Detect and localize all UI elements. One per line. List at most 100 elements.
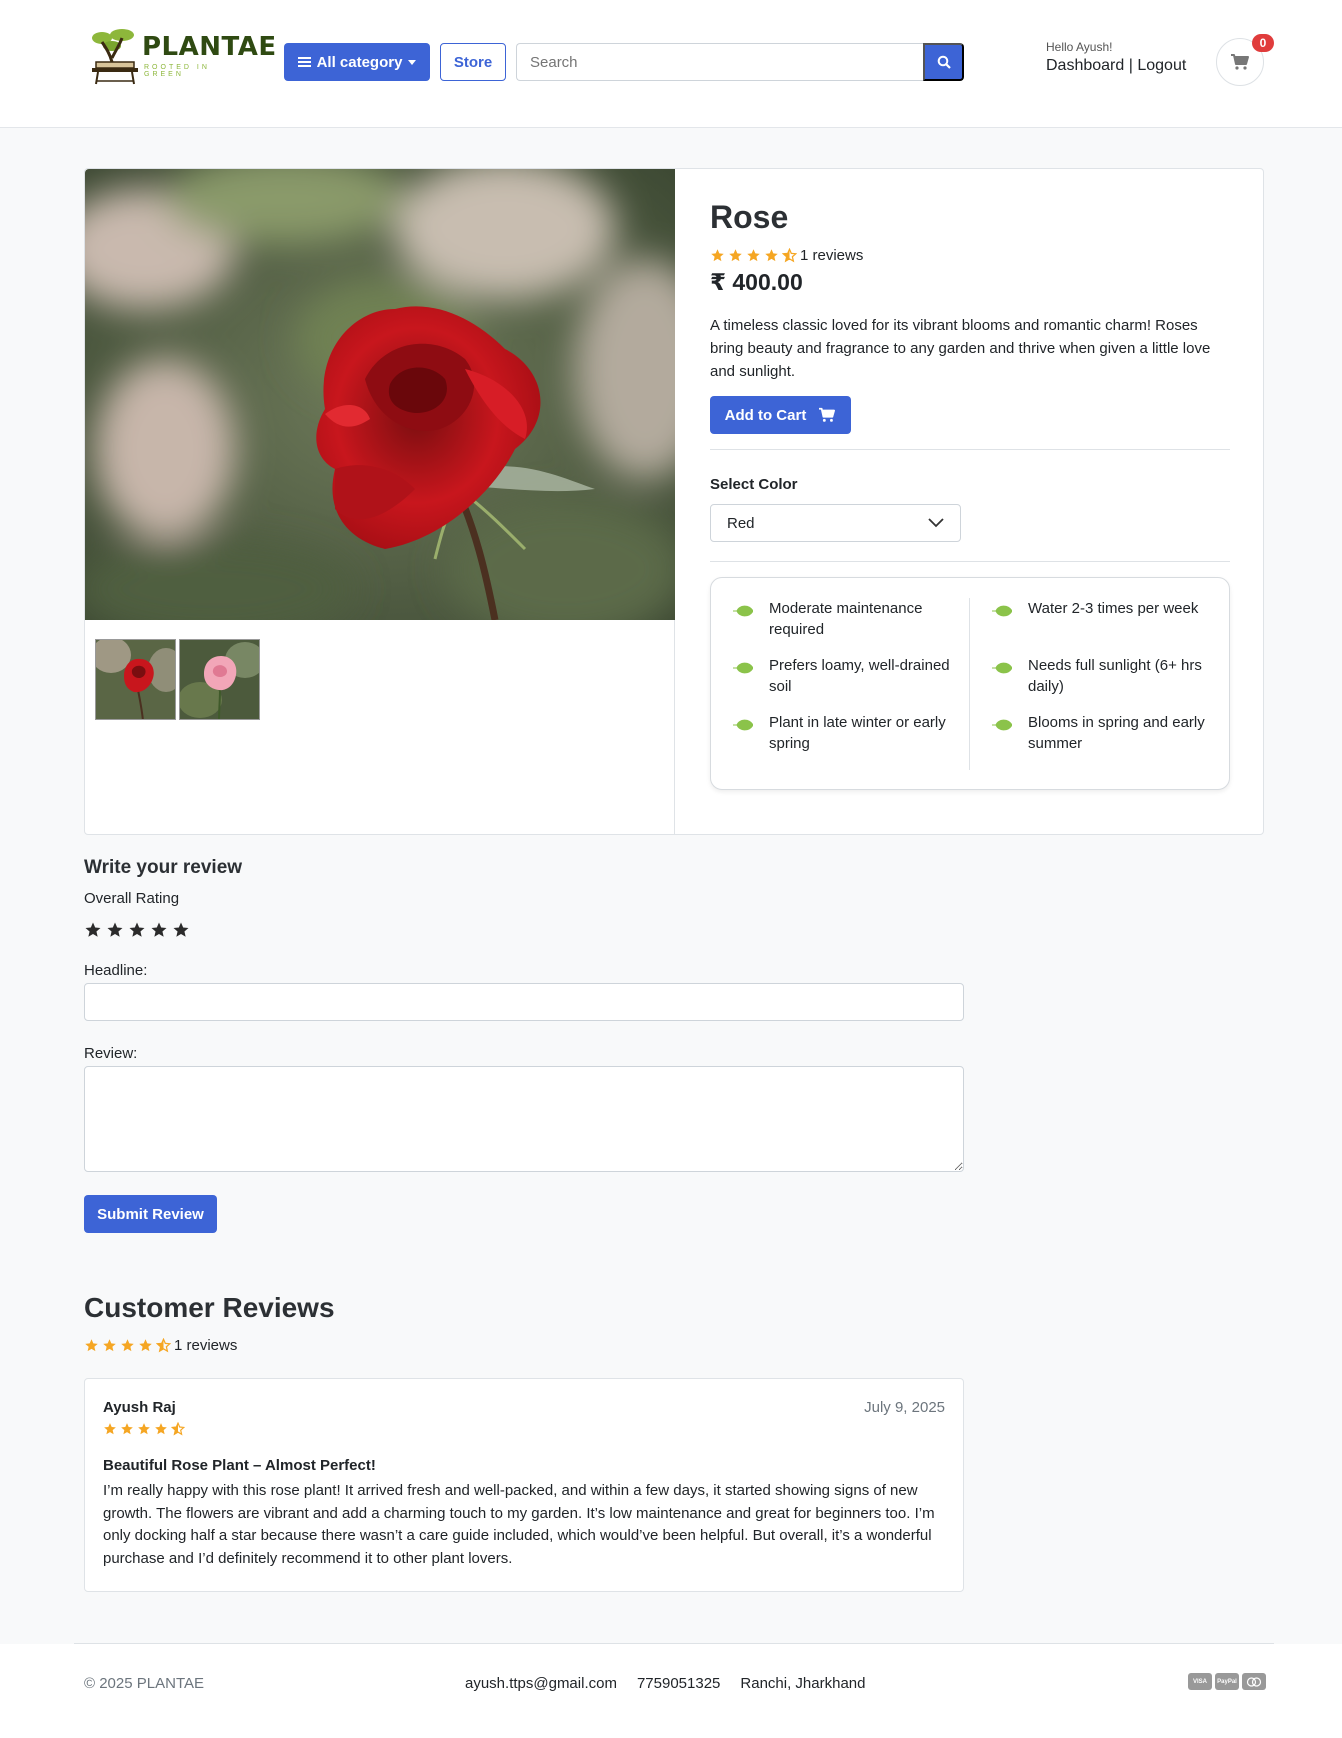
star-half-icon bbox=[156, 1338, 171, 1353]
star-icon[interactable] bbox=[150, 921, 168, 939]
star-icon[interactable] bbox=[84, 921, 102, 939]
footer-email[interactable]: ayush.ttps@gmail.com bbox=[465, 1675, 617, 1692]
store-button[interactable]: Store bbox=[440, 43, 506, 81]
footer-contact: ayush.ttps@gmail.com 7759051325 Ranchi, … bbox=[465, 1675, 865, 1692]
review-date: July 9, 2025 bbox=[864, 1399, 945, 1416]
caret-down-icon bbox=[408, 59, 417, 65]
divider bbox=[710, 449, 1230, 450]
logo-tagline: ROOTED IN GREEN bbox=[144, 64, 210, 78]
leaf-icon bbox=[992, 605, 1012, 617]
add-to-cart-label: Add to Cart bbox=[724, 406, 807, 424]
headline-label: Headline: bbox=[84, 962, 148, 979]
submit-review-button[interactable]: Submit Review bbox=[84, 1195, 217, 1233]
search-button[interactable] bbox=[923, 43, 964, 81]
star-full-icon bbox=[121, 1339, 134, 1352]
plantae-logo[interactable]: PLANTAE ROOTED IN GREEN bbox=[88, 28, 276, 86]
star-full-icon bbox=[711, 249, 724, 262]
site-footer: © 2025 PLANTAE ayush.ttps@gmail.com 7759… bbox=[0, 1644, 1342, 1738]
product-price: ₹ 400.00 bbox=[710, 269, 803, 295]
care-item-soil: Prefers loamy, well-drained soil bbox=[769, 657, 950, 695]
care-item-blooms: Blooms in spring and early summer bbox=[1028, 714, 1205, 752]
link-separator: | bbox=[1128, 57, 1133, 74]
rating-input-stars[interactable] bbox=[84, 921, 190, 939]
logout-link[interactable]: Logout bbox=[1137, 57, 1186, 74]
write-review-heading: Write your review bbox=[84, 857, 243, 878]
all-category-button[interactable]: All category bbox=[284, 43, 430, 81]
review-author: Ayush Raj bbox=[103, 1399, 176, 1416]
color-select[interactable]: Red bbox=[710, 504, 961, 542]
star-full-icon bbox=[747, 249, 760, 262]
customer-reviews-heading: Customer Reviews bbox=[84, 1292, 335, 1323]
site-header: PLANTAE ROOTED IN GREEN All category Sto… bbox=[0, 0, 1342, 128]
thumbnail-pink-rose[interactable] bbox=[179, 639, 260, 720]
thumbnail-red-rose[interactable] bbox=[95, 639, 176, 720]
product-main-image bbox=[85, 169, 675, 620]
product-details: Rose 1 reviews ₹ 400.00 A timeless class… bbox=[710, 169, 1230, 834]
cart-count-badge: 0 bbox=[1252, 34, 1274, 52]
review-count: 1 reviews bbox=[800, 247, 864, 264]
star-full-icon bbox=[155, 1423, 167, 1435]
add-to-cart-button[interactable]: Add to Cart bbox=[710, 396, 851, 434]
star-half-icon bbox=[782, 248, 797, 263]
divider bbox=[710, 561, 1230, 562]
footer-location: Ranchi, Jharkhand bbox=[740, 1675, 866, 1692]
star-half-icon bbox=[171, 1422, 185, 1436]
product-title: Rose bbox=[710, 199, 789, 235]
review-label: Review: bbox=[84, 1045, 138, 1062]
review-count: 1 reviews bbox=[174, 1337, 238, 1354]
product-rating: 1 reviews bbox=[710, 247, 863, 264]
payment-icons: VISA PayPal bbox=[1188, 1673, 1266, 1690]
product-gallery bbox=[85, 169, 675, 834]
star-full-icon bbox=[85, 1339, 98, 1352]
leaf-icon bbox=[733, 719, 753, 731]
leaf-icon bbox=[992, 662, 1012, 674]
star-rating-icons bbox=[710, 248, 797, 263]
leaf-icon bbox=[733, 662, 753, 674]
headline-input[interactable] bbox=[84, 983, 964, 1021]
overall-rating-label: Overall Rating bbox=[84, 890, 180, 907]
search-icon bbox=[937, 55, 951, 69]
star-icon[interactable] bbox=[106, 921, 124, 939]
star-full-icon bbox=[138, 1423, 150, 1435]
footer-phone: 7759051325 bbox=[636, 1675, 721, 1692]
customer-reviews-rating: 1 reviews bbox=[84, 1337, 237, 1354]
search-input[interactable] bbox=[516, 43, 924, 81]
footer-copyright: © 2025 PLANTAE bbox=[84, 1675, 204, 1692]
care-item-planting: Plant in late winter or early spring bbox=[769, 714, 946, 752]
leaf-icon bbox=[733, 605, 753, 617]
care-item-maintenance: Moderate maintenance required bbox=[769, 600, 923, 638]
bonsai-logo-icon bbox=[92, 29, 138, 85]
product-description: A timeless classic loved for its vibrant… bbox=[710, 317, 1211, 380]
star-full-icon bbox=[103, 1339, 116, 1352]
shopping-cart-icon bbox=[1231, 54, 1249, 70]
star-full-icon bbox=[121, 1423, 133, 1435]
visa-icon: VISA bbox=[1188, 1673, 1212, 1690]
hamburger-icon bbox=[297, 57, 311, 67]
star-rating-icons bbox=[84, 1338, 171, 1353]
chevron-down-icon bbox=[928, 518, 944, 528]
care-item-water: Water 2-3 times per week bbox=[1028, 600, 1199, 617]
paypal-icon: PayPal bbox=[1215, 1673, 1239, 1690]
leaf-icon bbox=[992, 719, 1012, 731]
star-icon[interactable] bbox=[128, 921, 146, 939]
shopping-cart-icon bbox=[819, 407, 836, 422]
review-headline: Beautiful Rose Plant – Almost Perfect! bbox=[103, 1457, 376, 1474]
star-full-icon bbox=[104, 1423, 116, 1435]
star-icon[interactable] bbox=[172, 921, 190, 939]
care-item-sunlight: Needs full sunlight (6+ hrs daily) bbox=[1028, 657, 1202, 695]
review-star-rating bbox=[103, 1422, 185, 1436]
greeting-text: Hello Ayush! bbox=[1046, 40, 1113, 54]
all-category-label: All category bbox=[316, 53, 403, 71]
review-textarea[interactable] bbox=[84, 1066, 964, 1172]
care-column-divider bbox=[969, 598, 970, 770]
star-full-icon bbox=[139, 1339, 152, 1352]
product-card: Rose 1 reviews ₹ 400.00 A timeless class… bbox=[84, 168, 1264, 835]
color-select-value: Red bbox=[727, 514, 755, 532]
care-info-box: Moderate maintenance required Prefers lo… bbox=[710, 577, 1230, 790]
dashboard-link[interactable]: Dashboard bbox=[1046, 57, 1124, 74]
star-full-icon bbox=[729, 249, 742, 262]
account-links: Dashboard | Logout bbox=[1046, 57, 1186, 75]
logo-text: PLANTAE bbox=[142, 32, 277, 62]
review-card: Ayush Raj July 9, 2025 Beautiful Rose Pl… bbox=[84, 1378, 964, 1592]
select-color-label: Select Color bbox=[710, 476, 798, 493]
